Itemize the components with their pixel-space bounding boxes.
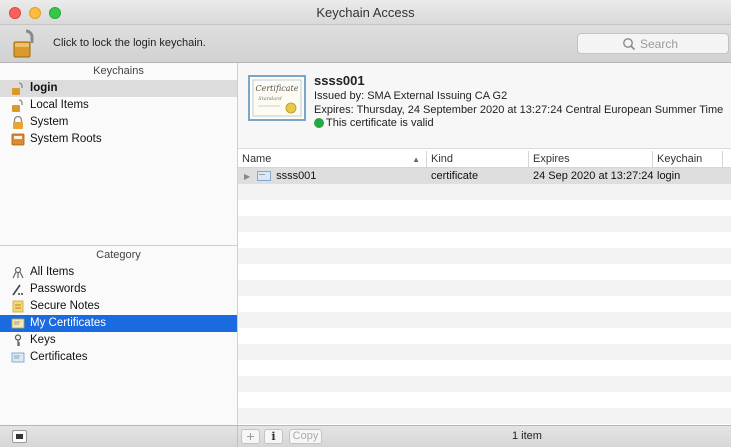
category-label: Keys <box>30 334 56 346</box>
certificate-image-icon: Certificate Standard <box>248 75 306 121</box>
cell-keychain: login <box>657 170 681 182</box>
unlocked-padlock-icon <box>12 99 23 112</box>
cabinet-icon <box>11 133 25 146</box>
lock-keychain-button[interactable] <box>12 28 40 60</box>
divider <box>237 426 238 447</box>
certificate-expiry: Expires: Thursday, 24 September 2020 at … <box>314 104 724 116</box>
all-items-icon <box>12 266 24 279</box>
table-header: Name ▲ Kind Expires Keychain <box>238 151 731 168</box>
column-header-keychain[interactable]: Keychain <box>653 151 723 168</box>
cell-name: ▶ ssss001 <box>238 168 427 184</box>
keychain-label: System <box>30 116 69 128</box>
table-row-empty <box>238 328 731 344</box>
table-row-empty <box>238 280 731 296</box>
category-list: All Items Passwords Secure Notes My Cert… <box>0 264 237 366</box>
certificate-detail: Certificate Standard ssss001 Issued by: … <box>238 63 731 149</box>
category-item-secure-notes[interactable]: Secure Notes <box>0 298 237 315</box>
keychain-label: System Roots <box>30 133 102 145</box>
toolbar: Click to lock the login keychain. <box>0 25 731 63</box>
get-info-button[interactable]: i <box>264 429 283 444</box>
keychain-item-system-roots[interactable]: System Roots <box>0 131 237 148</box>
keychain-label: Local Items <box>30 99 89 111</box>
validity-text: This certificate is valid <box>326 117 434 129</box>
disclosure-triangle-icon[interactable]: ▶ <box>244 169 252 185</box>
copy-button[interactable]: Copy <box>289 429 322 444</box>
table-row-empty <box>238 264 731 280</box>
category-header: Category <box>0 247 237 264</box>
keychain-item-local-items[interactable]: Local Items <box>0 97 237 114</box>
table-row-empty <box>238 376 731 392</box>
table-row-empty <box>238 392 731 408</box>
cert-image-subtitle: Standard <box>258 96 281 102</box>
unlocked-padlock-icon <box>12 82 23 95</box>
keychains-list: login Local Items System System Roots <box>0 80 237 148</box>
main-content: Certificate Standard ssss001 Issued by: … <box>238 63 731 425</box>
keychain-label: login <box>30 82 58 94</box>
category-item-all-items[interactable]: All Items <box>0 264 237 281</box>
category-label: Certificates <box>30 351 88 363</box>
search-field[interactable] <box>577 33 729 54</box>
lock-status-text: Click to lock the login keychain. <box>53 37 206 49</box>
category-pane: Category All Items Passwords Secure Note… <box>0 245 237 425</box>
password-icon <box>12 284 23 296</box>
note-icon <box>12 300 24 313</box>
locked-padlock-icon <box>13 116 23 129</box>
table-row-empty <box>238 360 731 376</box>
category-label: All Items <box>30 266 75 278</box>
certificate-issuer: Issued by: SMA External Issuing CA G2 <box>314 90 508 102</box>
search-input[interactable] <box>640 36 726 52</box>
category-item-certificates[interactable]: Certificates <box>0 349 237 366</box>
category-item-keys[interactable]: Keys <box>0 332 237 349</box>
cell-expires: 24 Sep 2020 at 13:27:24 <box>533 170 654 182</box>
column-header-kind[interactable]: Kind <box>427 151 529 168</box>
certificate-name: ssss001 <box>314 73 365 88</box>
sort-ascending-icon: ▲ <box>412 155 420 164</box>
category-label: Passwords <box>30 283 87 295</box>
items-table: Name ▲ Kind Expires Keychain ▶ ssss001 c… <box>238 151 731 424</box>
table-row-empty <box>238 232 731 248</box>
add-item-button[interactable]: + <box>241 429 260 444</box>
title-bar: Keychain Access <box>0 0 731 25</box>
certificate-icon <box>257 171 271 181</box>
cert-image-title: Certificate <box>256 84 299 93</box>
column-header-expires[interactable]: Expires <box>529 151 653 168</box>
table-row-empty <box>238 184 731 200</box>
cell-kind: certificate <box>431 170 479 182</box>
keychain-item-system[interactable]: System <box>0 114 237 131</box>
table-row-empty <box>238 312 731 328</box>
unlocked-padlock-icon <box>13 29 34 58</box>
certificate-icon <box>11 352 25 363</box>
bottom-bar: + i Copy 1 item <box>0 425 731 447</box>
table-row-empty <box>238 408 731 424</box>
keychain-item-login[interactable]: login <box>0 80 237 97</box>
sidebar: Keychains login Local Items System Syste… <box>0 63 238 425</box>
table-body: ▶ ssss001 certificate 24 Sep 2020 at 13:… <box>238 168 731 424</box>
row-name-text: ssss001 <box>276 170 317 182</box>
table-row-empty <box>238 344 731 360</box>
show-keychains-button[interactable] <box>12 430 27 443</box>
search-icon <box>623 38 636 51</box>
column-label: Name <box>242 153 272 165</box>
table-row-empty <box>238 296 731 312</box>
category-item-passwords[interactable]: Passwords <box>0 281 237 298</box>
category-label: Secure Notes <box>30 300 100 312</box>
checkmark-icon <box>314 118 324 128</box>
table-row-empty <box>238 216 731 232</box>
table-row[interactable]: ▶ ssss001 certificate 24 Sep 2020 at 13:… <box>238 168 731 184</box>
window-title: Keychain Access <box>316 5 415 20</box>
certificate-icon <box>11 318 25 329</box>
category-label: My Certificates <box>30 317 107 329</box>
item-count: 1 item <box>512 430 542 442</box>
keychains-header: Keychains <box>0 63 237 80</box>
table-row-empty <box>238 248 731 264</box>
key-icon <box>14 334 22 346</box>
table-row-empty <box>238 200 731 216</box>
column-header-name[interactable]: Name ▲ <box>238 151 427 168</box>
category-item-my-certificates[interactable]: My Certificates <box>0 315 237 332</box>
certificate-validity: This certificate is valid <box>314 117 434 129</box>
